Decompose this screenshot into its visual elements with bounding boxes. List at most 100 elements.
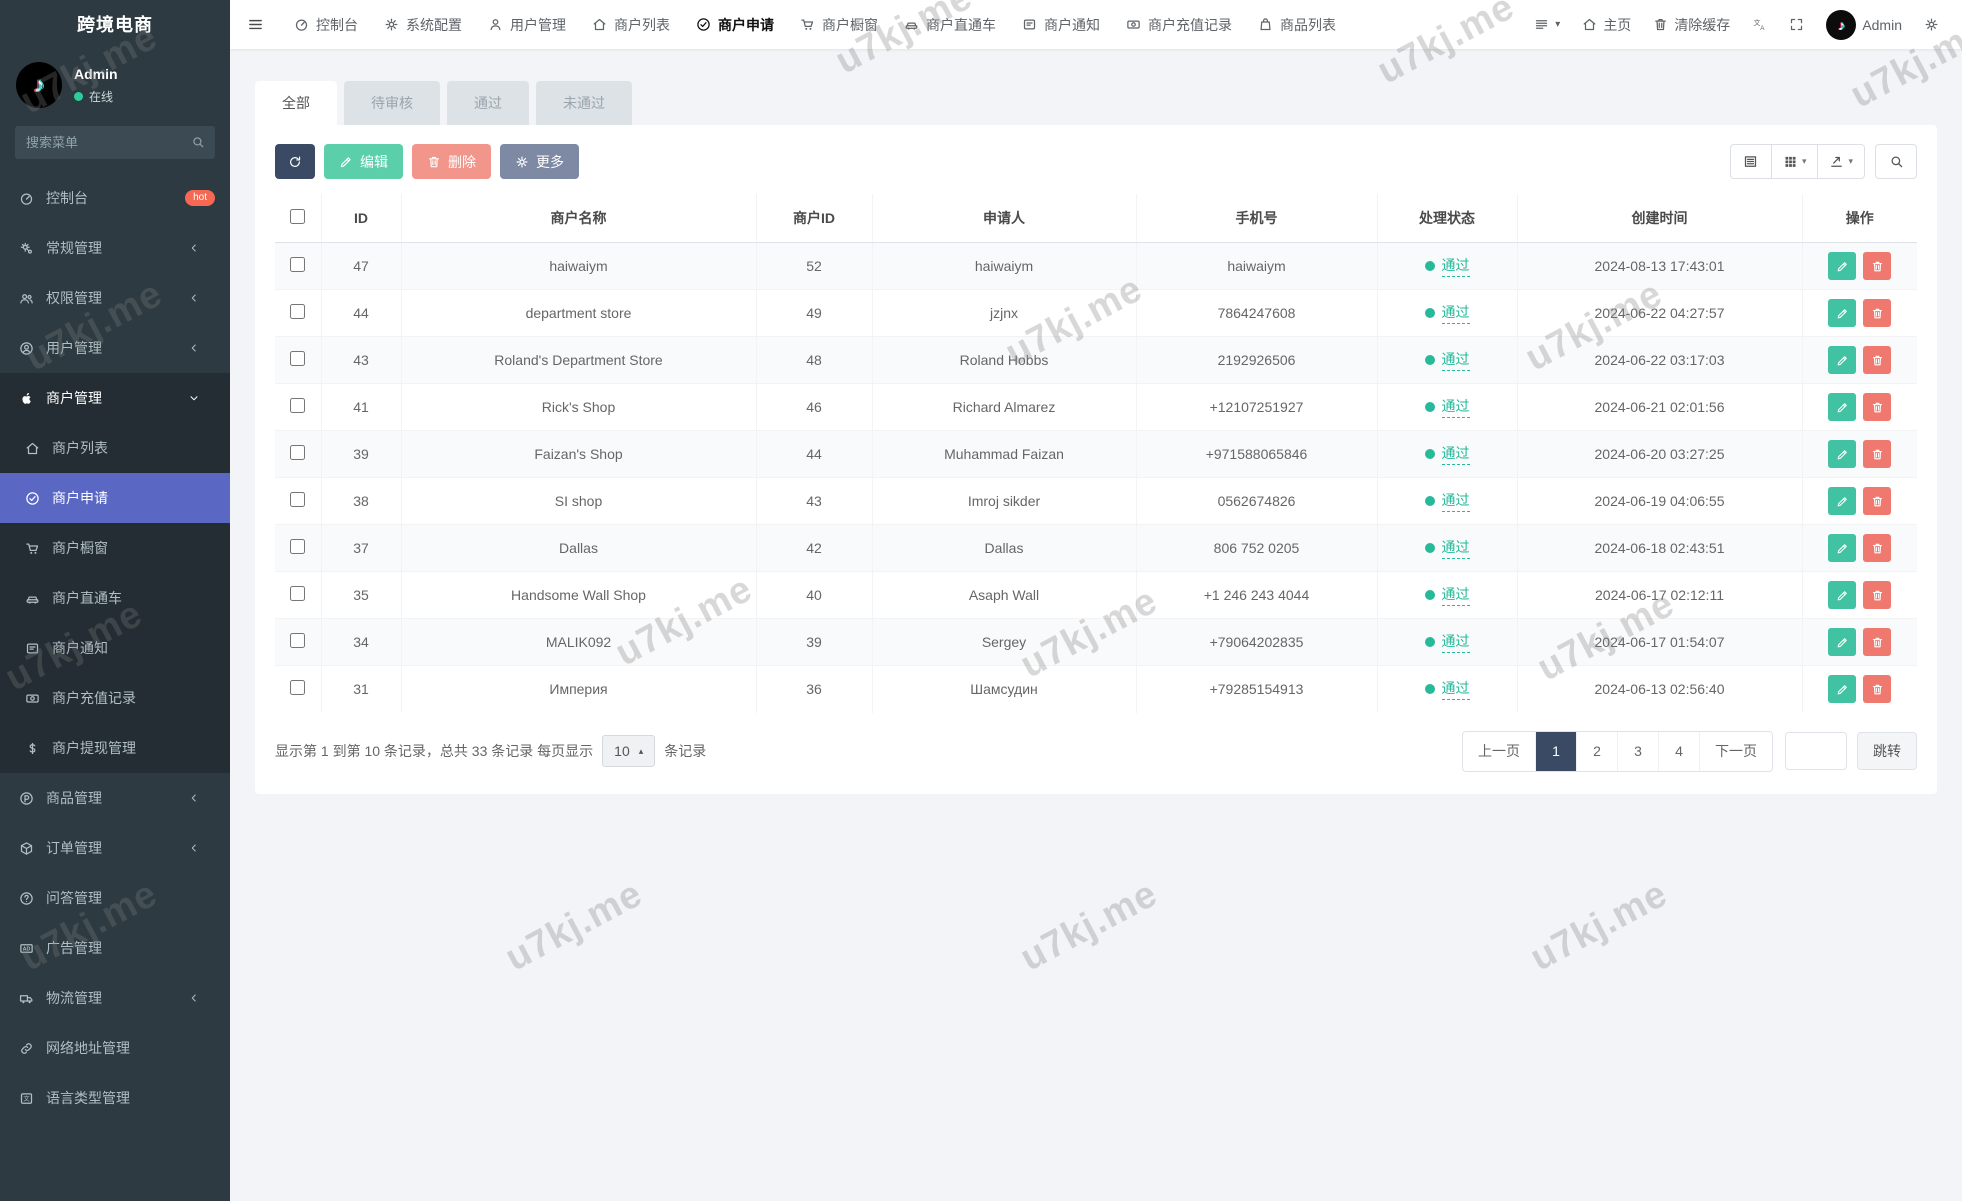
clear-cache-button[interactable]: 清除缓存	[1642, 0, 1741, 50]
row-edit-button[interactable]	[1828, 393, 1857, 421]
tab-待审核[interactable]: 待审核	[344, 81, 440, 125]
nav-list-menu-button[interactable]: ▾	[1523, 0, 1571, 50]
page-size-select[interactable]: 10 ▴	[602, 735, 656, 767]
row-checkbox[interactable]	[290, 445, 306, 460]
topnav-item-商品列表[interactable]: 商品列表	[1245, 0, 1349, 50]
row-checkbox[interactable]	[290, 257, 306, 272]
tab-通过[interactable]: 通过	[447, 81, 529, 125]
settings-button[interactable]	[1913, 0, 1950, 50]
status-link[interactable]: 通过	[1441, 678, 1470, 701]
topnav-item-商户橱窗[interactable]: 商户橱窗	[787, 0, 891, 50]
topnav-item-商户直通车[interactable]: 商户直通车	[891, 0, 1009, 50]
edit-button[interactable]: 编辑	[324, 144, 403, 179]
row-delete-button[interactable]	[1863, 252, 1892, 280]
sidebar-item-商户列表[interactable]: 商户列表	[0, 423, 230, 473]
columns-button[interactable]: ▾	[1771, 144, 1819, 179]
row-checkbox[interactable]	[290, 492, 306, 507]
status-link[interactable]: 通过	[1441, 631, 1470, 653]
status-link[interactable]: 通过	[1441, 490, 1470, 512]
status-link[interactable]: 通过	[1441, 537, 1470, 559]
sidebar-item-商户提现管理[interactable]: 商户提现管理	[0, 723, 230, 773]
detail-view-button[interactable]	[1729, 144, 1772, 179]
row-delete-button[interactable]	[1863, 487, 1892, 515]
row-checkbox[interactable]	[290, 398, 306, 413]
delete-button[interactable]: 删除	[412, 144, 491, 179]
row-delete-button[interactable]	[1863, 299, 1892, 327]
select-all-checkbox[interactable]	[290, 209, 306, 224]
sidebar-item-语言类型管理[interactable]: 文 语言类型管理	[0, 1073, 230, 1123]
sidebar-item-商户直通车[interactable]: 商户直通车	[0, 573, 230, 623]
row-delete-button[interactable]	[1863, 346, 1892, 374]
next-page-button[interactable]: 下一页	[1699, 731, 1772, 771]
row-checkbox[interactable]	[290, 680, 306, 696]
tab-未通过[interactable]: 未通过	[536, 81, 632, 125]
sidebar-item-商户橱窗[interactable]: 商户橱窗	[0, 523, 230, 573]
sidebar-item-商户申请[interactable]: 商户申请	[0, 473, 230, 523]
topnav-item-控制台[interactable]: 控制台	[281, 0, 371, 50]
row-delete-button[interactable]	[1863, 628, 1892, 656]
status-link[interactable]: 通过	[1441, 255, 1470, 277]
row-edit-button[interactable]	[1828, 581, 1857, 609]
topnav-item-商户通知[interactable]: 商户通知	[1009, 0, 1113, 50]
row-edit-button[interactable]	[1828, 534, 1857, 562]
tab-全部[interactable]: 全部	[255, 81, 337, 125]
topnav-item-商户充值记录[interactable]: 商户充值记录	[1113, 0, 1245, 50]
hamburger-menu-icon[interactable]	[230, 0, 281, 50]
home-button[interactable]: 主页	[1571, 0, 1642, 50]
row-edit-button[interactable]	[1828, 252, 1857, 280]
sidebar-item-商户充值记录[interactable]: 商户充值记录	[0, 673, 230, 723]
page-button-2[interactable]: 2	[1576, 731, 1617, 771]
sidebar-item-问答管理[interactable]: 问答管理	[0, 873, 230, 923]
export-button[interactable]: ▾	[1818, 144, 1865, 179]
topnav-item-商户列表[interactable]: 商户列表	[579, 0, 683, 50]
row-checkbox[interactable]	[290, 351, 306, 366]
sidebar-item-商品管理[interactable]: 商品管理	[0, 773, 230, 823]
sidebar-search-input[interactable]	[15, 126, 215, 159]
search-icon[interactable]	[191, 135, 205, 149]
account-menu[interactable]: ♪ Admin	[1815, 0, 1913, 50]
topnav-item-系统配置[interactable]: 系统配置	[371, 0, 475, 50]
status-link[interactable]: 通过	[1441, 396, 1470, 418]
sidebar-item-商户管理[interactable]: 商户管理	[0, 373, 230, 423]
row-delete-button[interactable]	[1863, 393, 1892, 421]
row-checkbox[interactable]	[290, 586, 306, 601]
row-delete-button[interactable]	[1863, 534, 1892, 562]
sidebar-item-权限管理[interactable]: 权限管理	[0, 273, 230, 323]
sidebar-item-常规管理[interactable]: 常规管理	[0, 223, 230, 273]
row-edit-button[interactable]	[1828, 487, 1857, 515]
row-delete-button[interactable]	[1863, 440, 1892, 468]
row-edit-button[interactable]	[1828, 675, 1857, 704]
row-checkbox[interactable]	[290, 633, 306, 648]
fullscreen-button[interactable]	[1778, 0, 1815, 50]
status-link[interactable]: 通过	[1441, 302, 1470, 324]
topnav-item-商户申请[interactable]: 商户申请	[683, 0, 787, 50]
table-search-button[interactable]	[1875, 144, 1917, 179]
sidebar-item-控制台[interactable]: 控制台 hot	[0, 173, 230, 223]
page-jump-button[interactable]: 跳转	[1857, 732, 1917, 770]
row-edit-button[interactable]	[1828, 299, 1857, 327]
sidebar-item-用户管理[interactable]: 用户管理	[0, 323, 230, 373]
row-checkbox[interactable]	[290, 539, 306, 554]
sidebar-item-订单管理[interactable]: 订单管理	[0, 823, 230, 873]
page-jump-input[interactable]	[1785, 732, 1847, 770]
prev-page-button[interactable]: 上一页	[1463, 732, 1535, 771]
page-button-3[interactable]: 3	[1617, 731, 1658, 771]
status-link[interactable]: 通过	[1441, 443, 1470, 465]
row-edit-button[interactable]	[1828, 628, 1857, 656]
row-checkbox[interactable]	[290, 304, 306, 319]
sidebar-item-广告管理[interactable]: AD 广告管理	[0, 923, 230, 973]
sidebar-item-网络地址管理[interactable]: 网络地址管理	[0, 1023, 230, 1073]
row-delete-button[interactable]	[1863, 675, 1892, 704]
page-button-1[interactable]: 1	[1535, 731, 1576, 771]
sidebar-item-物流管理[interactable]: 物流管理	[0, 973, 230, 1023]
row-edit-button[interactable]	[1828, 440, 1857, 468]
translate-button[interactable]: 文A	[1741, 0, 1778, 50]
topnav-item-用户管理[interactable]: 用户管理	[475, 0, 579, 50]
status-link[interactable]: 通过	[1441, 349, 1470, 371]
page-button-4[interactable]: 4	[1658, 731, 1699, 771]
refresh-button[interactable]	[275, 144, 315, 179]
row-delete-button[interactable]	[1863, 581, 1892, 609]
more-button[interactable]: 更多	[500, 144, 579, 179]
row-edit-button[interactable]	[1828, 346, 1857, 374]
sidebar-item-商户通知[interactable]: 商户通知	[0, 623, 230, 673]
